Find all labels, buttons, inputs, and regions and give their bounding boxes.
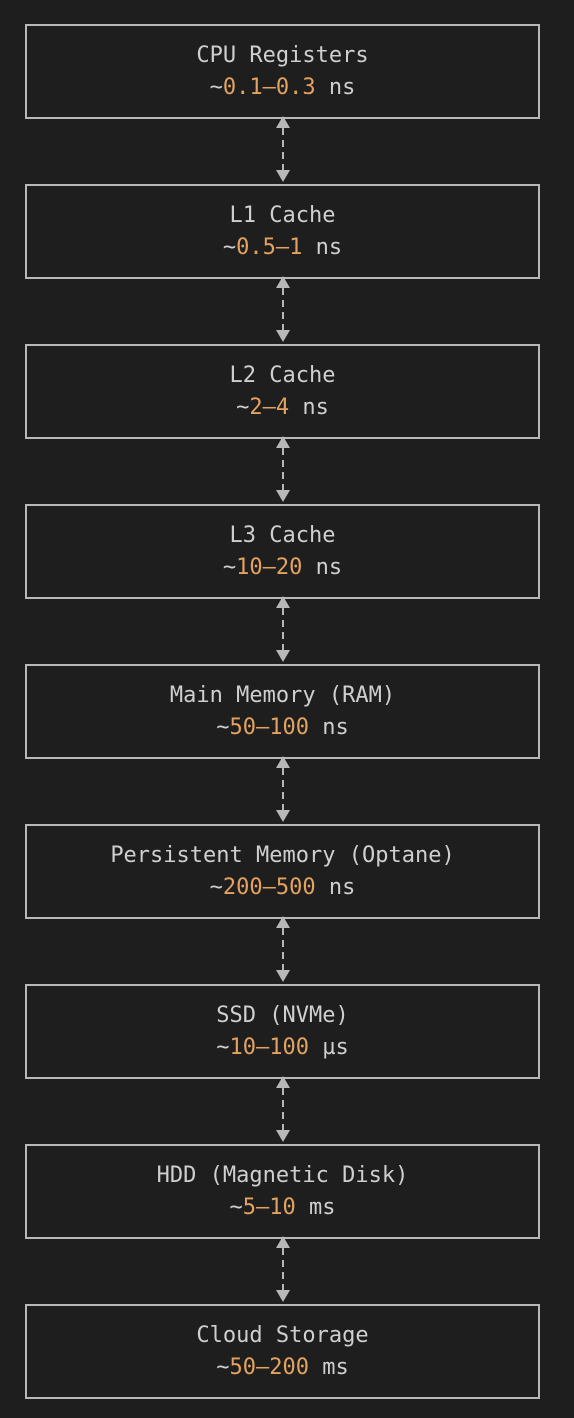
level-latency: ~10–20 ns <box>27 554 538 582</box>
bidirectional-arrow-icon <box>276 916 290 982</box>
level-name: Persistent Memory (Optane) <box>110 843 455 868</box>
latency-unit: µs <box>322 1035 349 1060</box>
latency-prefix: ~ <box>209 75 223 100</box>
level-name: L3 Cache <box>229 523 336 548</box>
latency-range: 10–100 <box>229 1035 309 1060</box>
latency-range: 50–100 <box>229 715 309 740</box>
level-latency: ~200–500 ns <box>27 874 538 902</box>
latency-range: 50–200 <box>229 1355 309 1380</box>
bidirectional-arrow-icon <box>276 276 290 342</box>
latency-range: 0.1–0.3 <box>222 75 316 100</box>
latency-prefix: ~ <box>236 395 250 420</box>
bidirectional-arrow-icon <box>276 596 290 662</box>
level-name: HDD (Magnetic Disk) <box>156 1163 409 1188</box>
level-name: Main Memory (RAM) <box>169 683 396 708</box>
level-box-l2-cache: L2 Cache ~2–4 ns <box>25 344 540 439</box>
level-latency: ~0.1–0.3 ns <box>27 74 538 102</box>
level-name: L2 Cache <box>229 363 336 388</box>
latency-unit: ns <box>328 75 356 100</box>
level-box-l3-cache: L3 Cache ~10–20 ns <box>25 504 540 599</box>
level-name: CPU Registers <box>196 43 369 68</box>
bidirectional-arrow-icon <box>276 1236 290 1302</box>
level-box-main-memory: Main Memory (RAM) ~50–100 ns <box>25 664 540 759</box>
latency-prefix: ~ <box>222 235 237 260</box>
latency-range: 2–4 <box>249 395 290 420</box>
latency-prefix: ~ <box>216 715 230 740</box>
level-box-cloud-storage: Cloud Storage ~50–200 ms <box>25 1304 540 1399</box>
latency-unit: ms <box>322 1355 349 1380</box>
level-box-persistent-memory: Persistent Memory (Optane) ~200–500 ns <box>25 824 540 919</box>
bidirectional-arrow-icon <box>276 116 290 182</box>
latency-unit: ns <box>328 875 356 900</box>
latency-prefix: ~ <box>216 1035 230 1060</box>
latency-unit: ns <box>302 395 329 420</box>
latency-range: 10–20 <box>236 555 303 580</box>
latency-unit: ms <box>308 1195 336 1220</box>
latency-prefix: ~ <box>216 1355 230 1380</box>
level-box-hdd: HDD (Magnetic Disk) ~5–10 ms <box>25 1144 540 1239</box>
latency-prefix: ~ <box>222 555 237 580</box>
latency-range: 5–10 <box>242 1195 296 1220</box>
latency-unit: ns <box>322 715 349 740</box>
bidirectional-arrow-icon <box>276 436 290 502</box>
bidirectional-arrow-icon <box>276 756 290 822</box>
level-name: SSD (NVMe) <box>216 1003 349 1028</box>
level-latency: ~5–10 ms <box>27 1194 538 1222</box>
level-box-ssd: SSD (NVMe) ~10–100 µs <box>25 984 540 1079</box>
level-latency: ~50–200 ms <box>27 1354 538 1382</box>
level-latency: ~0.5–1 ns <box>27 234 538 262</box>
level-latency: ~50–100 ns <box>27 714 538 742</box>
latency-unit: ns <box>315 555 343 580</box>
level-name: Cloud Storage <box>196 1323 369 1348</box>
level-box-l1-cache: L1 Cache ~0.5–1 ns <box>25 184 540 279</box>
latency-range: 200–500 <box>222 875 316 900</box>
level-latency: ~10–100 µs <box>27 1034 538 1062</box>
level-name: L1 Cache <box>229 203 336 228</box>
latency-range: 0.5–1 <box>236 235 303 260</box>
bidirectional-arrow-icon <box>276 1076 290 1142</box>
level-latency: ~2–4 ns <box>27 394 538 422</box>
latency-unit: ns <box>315 235 343 260</box>
level-box-cpu-registers: CPU Registers ~0.1–0.3 ns <box>25 24 540 119</box>
latency-prefix: ~ <box>209 875 223 900</box>
latency-prefix: ~ <box>229 1195 243 1220</box>
